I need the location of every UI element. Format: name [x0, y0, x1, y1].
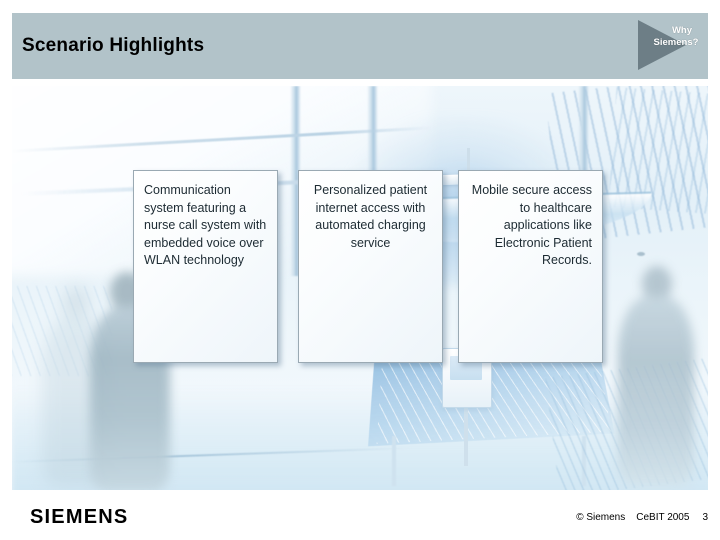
footer-meta: © Siemens CeBIT 2005 3 — [576, 511, 708, 524]
why-siemens-line-1: Why — [671, 25, 693, 36]
highlight-box-text: Mobile secure access to healthcare appli… — [471, 183, 592, 267]
footer-copyright: © Siemens — [576, 512, 626, 523]
kiosk-stem — [464, 406, 468, 466]
why-siemens-badge: Why Siemens? — [638, 18, 710, 72]
slide-root: Scenario Highlights Why Siemens? Communi… — [0, 0, 720, 540]
person-silhouette-far-left — [32, 286, 124, 486]
highlight-box-text: Personalized patient internet access wit… — [313, 183, 428, 250]
highlight-box-internet-access: Personalized patient internet access wit… — [298, 170, 443, 363]
why-siemens-line-2: Siemens? — [653, 37, 699, 48]
panel-line-pattern — [376, 352, 612, 444]
glass-canopy-second — [608, 87, 708, 225]
person-head — [62, 286, 90, 320]
panel-legs — [384, 436, 599, 486]
person-body — [618, 296, 694, 486]
ceiling-rail-1 — [12, 126, 432, 153]
footer-event: CeBIT 2005 — [636, 512, 690, 523]
person-body — [42, 316, 112, 486]
highlight-box-communication: Communication system featuring a nurse c… — [133, 170, 278, 363]
line-fan-left — [12, 286, 112, 376]
highlight-box-text: Communication system featuring a nurse c… — [144, 183, 267, 267]
siemens-logo: SIEMENS — [30, 506, 129, 528]
ceiling-detail-dot — [637, 252, 645, 256]
person-head — [642, 266, 672, 302]
page-title: Scenario Highlights — [22, 35, 205, 56]
floor-seam-line — [12, 447, 412, 463]
highlight-box-mobile-access: Mobile secure access to healthcare appli… — [458, 170, 603, 363]
why-siemens-label: Why Siemens? — [638, 25, 710, 49]
person-silhouette-right — [604, 266, 708, 486]
footer-page-number: 3 — [702, 512, 708, 523]
floor-wash — [12, 386, 708, 490]
line-fan-right — [545, 354, 708, 490]
